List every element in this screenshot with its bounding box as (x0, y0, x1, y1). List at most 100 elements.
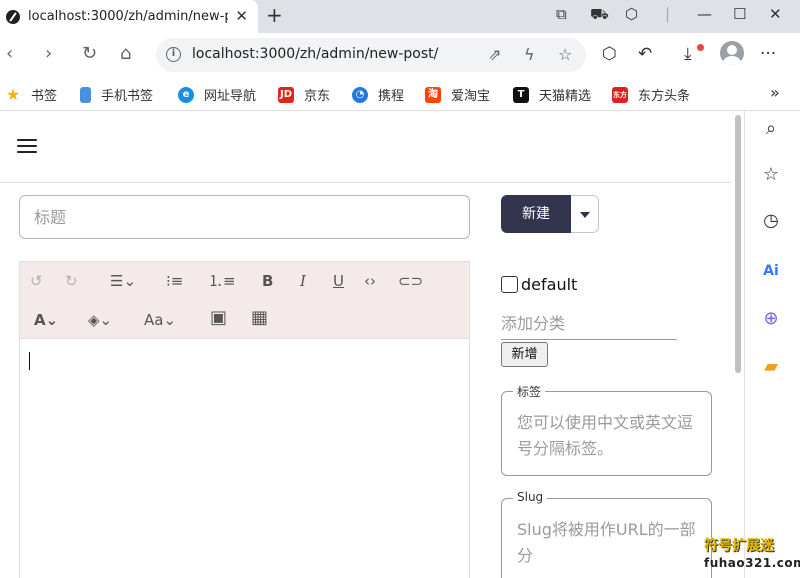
table-icon[interactable]: ▦ (251, 308, 268, 328)
search-icon[interactable]: ⌕ (759, 117, 783, 141)
undo-icon[interactable]: ↺ (30, 271, 43, 291)
bookmarks-overflow-icon[interactable]: » (770, 83, 780, 102)
slug-placeholder: Slug将被用作URL的一部分 (517, 520, 696, 565)
bold-icon[interactable]: B (262, 271, 273, 291)
menu-hamburger-icon[interactable] (17, 139, 37, 153)
bookmark-item-tmall[interactable]: T 天猫精选 (513, 85, 591, 104)
tags-legend: 标签 (513, 383, 546, 400)
bookmark-label: 天猫精选 (539, 89, 592, 104)
bookmark-label: 书签 (31, 89, 58, 104)
bookmark-item-navigation[interactable]: e 网址导航 (178, 85, 256, 104)
underline-icon[interactable]: U (333, 271, 344, 291)
more-menu-icon[interactable]: ··· (760, 43, 776, 65)
bookmark-label: 爱淘宝 (451, 89, 491, 104)
code-icon[interactable]: ‹› (364, 271, 376, 291)
tab-title: localhost:3000/zh/admin/new-post/ (28, 9, 228, 24)
toolbox-icon[interactable]: ▰ (759, 355, 783, 379)
bookmark-item-toutiao[interactable]: 东方 东方头条 (612, 85, 690, 104)
new-tab-icon[interactable]: + (266, 5, 283, 25)
bolt-icon[interactable]: ϟ (524, 45, 535, 64)
star-icon: ★ (5, 84, 21, 104)
reload-icon[interactable]: ↻ (82, 44, 97, 64)
minimize-icon[interactable]: — (697, 5, 712, 23)
ctrip-dolphin-icon: ◔ (352, 86, 368, 103)
bookmark-label: 网址导航 (204, 89, 257, 104)
italic-icon[interactable]: I (300, 271, 306, 291)
site-favicon-icon (6, 9, 20, 24)
watermark-logo: 符号扩展迷 fuhao321.com (704, 538, 800, 572)
admin-new-post-page: ↺ ↻ ☰⌄ ⁝≡ ⒈≡ B I U ‹› ⊂⊃ A⌄ ◈⌄ Aa⌄ ▣ ▦ 新… (0, 111, 731, 578)
font-size-label: Aa (144, 311, 164, 329)
add-category-button[interactable]: 新增 (501, 342, 548, 367)
close-tab-icon[interactable]: ✕ (235, 7, 248, 25)
scrollbar-thumb[interactable] (735, 115, 741, 373)
games-controller-icon[interactable]: ⊕ (759, 307, 783, 331)
browser-toolbar: ‹ › ↻ ⌂ i localhost:3000/zh/admin/new-po… (0, 33, 800, 78)
address-bar[interactable]: i localhost:3000/zh/admin/new-post/ ⇗ ϟ … (156, 38, 586, 72)
edge-e-icon: e (178, 86, 194, 103)
text-caret (29, 352, 30, 370)
align-icon[interactable]: ☰⌄ (110, 271, 136, 291)
link-icon[interactable]: ⊂⊃ (398, 271, 423, 291)
category-default-checkbox[interactable]: default (501, 275, 577, 294)
tab-search-icon[interactable]: ⧉ (556, 5, 567, 23)
tags-placeholder: 您可以使用中文或英文逗号分隔标签。 (517, 413, 694, 458)
download-badge (697, 44, 704, 51)
bookmark-item-shuqian[interactable]: ★ 书签 (5, 85, 57, 104)
tags-field[interactable]: 标签 您可以使用中文或英文逗号分隔标签。 (501, 383, 712, 476)
divider-icon: | (665, 5, 671, 23)
address-url[interactable]: localhost:3000/zh/admin/new-post/ (192, 46, 438, 62)
profile-avatar[interactable] (720, 41, 744, 65)
post-title-input[interactable] (19, 195, 470, 239)
browser-side-panel: ⌕ ☆ ◷ Ai ⊕ ▰ (744, 111, 800, 578)
bookmark-item-jd[interactable]: JD 京东 (278, 85, 330, 104)
mobile-bookmark-icon (80, 86, 91, 103)
home-icon[interactable]: ⌂ (120, 44, 131, 64)
font-color-icon[interactable]: A⌄ (34, 310, 58, 330)
add-category-input[interactable] (501, 308, 677, 340)
taobao-logo-icon: 淘 (425, 86, 441, 103)
redo-icon[interactable]: ↻ (65, 271, 78, 291)
maximize-icon[interactable]: ☐ (733, 5, 746, 23)
slug-field[interactable]: Slug Slug将被用作URL的一部分 (501, 490, 712, 578)
extensions-icon[interactable]: ⬡ (602, 43, 617, 65)
bookmarks-bar: ★ 书签 手机书签 e 网址导航 JD 京东 ◔ 携程 淘 爱淘宝 T 天猫精选… (0, 78, 800, 111)
bookmark-label: 携程 (378, 89, 405, 104)
editor-toolbar: ↺ ↻ ☰⌄ ⁝≡ ⒈≡ B I U ‹› ⊂⊃ A⌄ ◈⌄ Aa⌄ ▣ ▦ (20, 262, 469, 339)
bookmark-item-ctrip[interactable]: ◔ 携程 (352, 85, 404, 104)
image-icon[interactable]: ▣ (210, 308, 227, 328)
new-post-button[interactable]: 新建 (501, 195, 571, 233)
browser-tab[interactable]: localhost:3000/zh/admin/new-post/ ✕ (0, 0, 258, 33)
jd-logo-icon: JD (278, 86, 294, 103)
browser-tab-strip: localhost:3000/zh/admin/new-post/ ✕ + ⧉ … (0, 0, 800, 33)
back-icon[interactable]: ‹ (6, 44, 13, 64)
toutiao-logo-icon: 东方 (612, 86, 628, 103)
bookmark-star-icon[interactable]: ☆ (558, 45, 572, 64)
bullet-list-icon[interactable]: ⁝≡ (166, 271, 183, 291)
favorites-star-icon[interactable]: ☆ (759, 163, 783, 187)
close-window-icon[interactable]: ✕ (769, 5, 782, 23)
bookmark-label: 手机书签 (101, 89, 154, 104)
checkbox-box[interactable] (501, 276, 518, 293)
extensions-games-icon[interactable]: ⛟ (590, 5, 609, 25)
puzzle-icon[interactable]: ⬡ (625, 5, 638, 23)
header-divider (0, 182, 731, 183)
highlight-color-icon[interactable]: ◈⌄ (88, 310, 112, 330)
tmall-logo-icon: T (513, 86, 529, 103)
watermark-title: 符号扩展迷 (704, 538, 774, 554)
font-size-button[interactable]: Aa⌄ (144, 310, 176, 330)
new-post-dropdown-button[interactable] (571, 195, 599, 233)
undo-menu-icon[interactable]: ↶ (638, 43, 652, 65)
forward-icon[interactable]: › (45, 44, 52, 64)
bookmark-label: 京东 (304, 89, 331, 104)
download-icon[interactable]: ⤓ (684, 43, 692, 65)
bookmark-item-aitaobao[interactable]: 淘 爱淘宝 (425, 85, 490, 104)
numbered-list-icon[interactable]: ⒈≡ (208, 271, 236, 291)
history-clock-icon[interactable]: ◷ (759, 209, 783, 233)
bookmark-item-mobile[interactable]: 手机书签 (80, 85, 153, 104)
share-icon[interactable]: ⇗ (488, 45, 501, 64)
site-info-icon[interactable]: i (166, 47, 181, 62)
ai-assistant-icon[interactable]: Ai (759, 259, 783, 283)
slug-legend: Slug (513, 490, 548, 504)
page-scrollbar[interactable] (731, 111, 744, 578)
